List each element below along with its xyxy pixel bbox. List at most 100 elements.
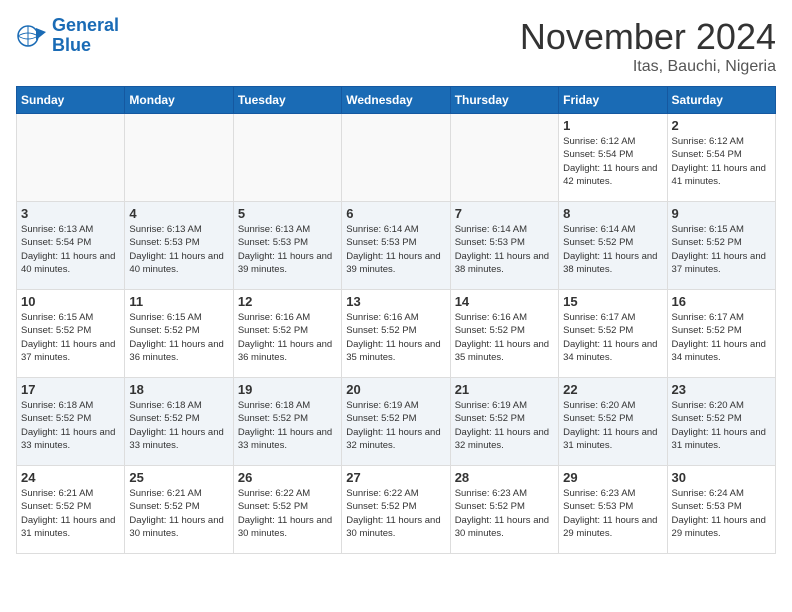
calendar-cell	[125, 114, 233, 202]
page-header: General Blue November 2024 Itas, Bauchi,…	[16, 16, 776, 76]
logo-text: General Blue	[52, 16, 119, 56]
day-info: Sunrise: 6:13 AM Sunset: 5:54 PM Dayligh…	[21, 223, 120, 276]
day-info: Sunrise: 6:22 AM Sunset: 5:52 PM Dayligh…	[346, 487, 445, 540]
day-info: Sunrise: 6:15 AM Sunset: 5:52 PM Dayligh…	[21, 311, 120, 364]
day-number: 17	[21, 382, 120, 397]
calendar-cell: 22Sunrise: 6:20 AM Sunset: 5:52 PM Dayli…	[559, 378, 667, 466]
calendar-cell: 14 Sunrise: 6:16 AM Sunset: 5:52 PM Dayli…	[450, 290, 558, 378]
calendar-cell	[17, 114, 125, 202]
day-info: Sunrise: 6:19 AM Sunset: 5:52 PM Dayligh…	[346, 399, 445, 452]
calendar-cell	[342, 114, 450, 202]
day-number: 26	[238, 470, 337, 485]
day-info: Sunrise: 6:19 AM Sunset: 5:52 PM Dayligh…	[455, 399, 554, 452]
calendar-cell: 20 Sunrise: 6:19 AM Sunset: 5:52 PM Dayli…	[342, 378, 450, 466]
location: Itas, Bauchi, Nigeria	[520, 58, 776, 76]
title-block: November 2024 Itas, Bauchi, Nigeria	[520, 16, 776, 76]
day-number: 14	[455, 294, 554, 309]
day-number: 6	[346, 206, 445, 221]
calendar-cell	[233, 114, 341, 202]
day-info: Sunrise: 6:16 AM Sunset: 5:52 PM Dayligh…	[238, 311, 337, 364]
header-tuesday: Tuesday	[233, 87, 341, 114]
calendar-cell: 6 Sunrise: 6:14 AM Sunset: 5:53 PM Daylig…	[342, 202, 450, 290]
day-info: Sunrise: 6:12 AM Sunset: 5:54 PM Dayligh…	[563, 135, 662, 188]
day-number: 5	[238, 206, 337, 221]
day-info: Sunrise: 6:13 AM Sunset: 5:53 PM Dayligh…	[129, 223, 228, 276]
day-info: Sunrise: 6:24 AM Sunset: 5:53 PM Dayligh…	[672, 487, 771, 540]
day-number: 3	[21, 206, 120, 221]
day-info: Sunrise: 6:18 AM Sunset: 5:52 PM Dayligh…	[129, 399, 228, 452]
calendar-cell: 19Sunrise: 6:18 AM Sunset: 5:52 PM Dayli…	[233, 378, 341, 466]
calendar-cell: 10 Sunrise: 6:15 AM Sunset: 5:52 PM Dayli…	[17, 290, 125, 378]
day-info: Sunrise: 6:12 AM Sunset: 5:54 PM Dayligh…	[672, 135, 771, 188]
calendar-cell: 16 Sunrise: 6:17 AM Sunset: 5:52 PM Dayli…	[667, 290, 775, 378]
day-info: Sunrise: 6:23 AM Sunset: 5:53 PM Dayligh…	[563, 487, 662, 540]
day-info: Sunrise: 6:23 AM Sunset: 5:52 PM Dayligh…	[455, 487, 554, 540]
day-info: Sunrise: 6:20 AM Sunset: 5:52 PM Dayligh…	[672, 399, 771, 452]
day-number: 29	[563, 470, 662, 485]
calendar-cell: 27Sunrise: 6:22 AM Sunset: 5:52 PM Dayli…	[342, 466, 450, 554]
day-number: 20	[346, 382, 445, 397]
week-row-4: 17 Sunrise: 6:18 AM Sunset: 5:52 PM Dayli…	[17, 378, 776, 466]
day-info: Sunrise: 6:16 AM Sunset: 5:52 PM Dayligh…	[346, 311, 445, 364]
day-number: 8	[563, 206, 662, 221]
day-info: Sunrise: 6:15 AM Sunset: 5:52 PM Dayligh…	[672, 223, 771, 276]
calendar-cell: 5Sunrise: 6:13 AM Sunset: 5:53 PM Daylig…	[233, 202, 341, 290]
day-info: Sunrise: 6:14 AM Sunset: 5:53 PM Dayligh…	[455, 223, 554, 276]
day-number: 2	[672, 118, 771, 133]
day-number: 11	[129, 294, 228, 309]
calendar-cell: 25 Sunrise: 6:21 AM Sunset: 5:52 PM Dayli…	[125, 466, 233, 554]
day-number: 4	[129, 206, 228, 221]
day-number: 10	[21, 294, 120, 309]
day-number: 24	[21, 470, 120, 485]
day-info: Sunrise: 6:17 AM Sunset: 5:52 PM Dayligh…	[672, 311, 771, 364]
day-info: Sunrise: 6:14 AM Sunset: 5:53 PM Dayligh…	[346, 223, 445, 276]
calendar-cell: 21Sunrise: 6:19 AM Sunset: 5:52 PM Dayli…	[450, 378, 558, 466]
day-info: Sunrise: 6:22 AM Sunset: 5:52 PM Dayligh…	[238, 487, 337, 540]
day-number: 12	[238, 294, 337, 309]
month-title: November 2024	[520, 16, 776, 58]
calendar-cell	[450, 114, 558, 202]
day-number: 25	[129, 470, 228, 485]
calendar-cell: 18 Sunrise: 6:18 AM Sunset: 5:52 PM Dayli…	[125, 378, 233, 466]
day-number: 30	[672, 470, 771, 485]
calendar-cell: 17Sunrise: 6:18 AM Sunset: 5:52 PM Dayli…	[17, 378, 125, 466]
calendar-cell: 23 Sunrise: 6:20 AM Sunset: 5:52 PM Dayli…	[667, 378, 775, 466]
day-info: Sunrise: 6:21 AM Sunset: 5:52 PM Dayligh…	[129, 487, 228, 540]
calendar-cell: 11 Sunrise: 6:15 AM Sunset: 5:52 PM Dayli…	[125, 290, 233, 378]
day-number: 9	[672, 206, 771, 221]
calendar-cell: 9 Sunrise: 6:15 AM Sunset: 5:52 PM Daylig…	[667, 202, 775, 290]
calendar-cell: 8Sunrise: 6:14 AM Sunset: 5:52 PM Daylig…	[559, 202, 667, 290]
day-number: 16	[672, 294, 771, 309]
day-number: 15	[563, 294, 662, 309]
calendar-cell: 1 Sunrise: 6:12 AM Sunset: 5:54 PM Daylig…	[559, 114, 667, 202]
calendar: SundayMondayTuesdayWednesdayThursdayFrid…	[16, 86, 776, 554]
day-number: 22	[563, 382, 662, 397]
header-monday: Monday	[125, 87, 233, 114]
header-wednesday: Wednesday	[342, 87, 450, 114]
header-thursday: Thursday	[450, 87, 558, 114]
logo: General Blue	[16, 16, 119, 56]
day-number: 23	[672, 382, 771, 397]
calendar-cell: 2 Sunrise: 6:12 AM Sunset: 5:54 PM Daylig…	[667, 114, 775, 202]
calendar-cell: 13Sunrise: 6:16 AM Sunset: 5:52 PM Dayli…	[342, 290, 450, 378]
calendar-cell: 12 Sunrise: 6:16 AM Sunset: 5:52 PM Dayli…	[233, 290, 341, 378]
week-row-1: 1 Sunrise: 6:12 AM Sunset: 5:54 PM Daylig…	[17, 114, 776, 202]
day-number: 7	[455, 206, 554, 221]
day-number: 28	[455, 470, 554, 485]
calendar-header-row: SundayMondayTuesdayWednesdayThursdayFrid…	[17, 87, 776, 114]
header-saturday: Saturday	[667, 87, 775, 114]
week-row-3: 10 Sunrise: 6:15 AM Sunset: 5:52 PM Dayli…	[17, 290, 776, 378]
calendar-cell: 15Sunrise: 6:17 AM Sunset: 5:52 PM Dayli…	[559, 290, 667, 378]
calendar-cell: 24 Sunrise: 6:21 AM Sunset: 5:52 PM Dayli…	[17, 466, 125, 554]
day-info: Sunrise: 6:18 AM Sunset: 5:52 PM Dayligh…	[238, 399, 337, 452]
day-info: Sunrise: 6:16 AM Sunset: 5:52 PM Dayligh…	[455, 311, 554, 364]
calendar-cell: 4 Sunrise: 6:13 AM Sunset: 5:53 PM Daylig…	[125, 202, 233, 290]
week-row-2: 3 Sunrise: 6:13 AM Sunset: 5:54 PM Daylig…	[17, 202, 776, 290]
header-sunday: Sunday	[17, 87, 125, 114]
calendar-cell: 28 Sunrise: 6:23 AM Sunset: 5:52 PM Dayli…	[450, 466, 558, 554]
day-info: Sunrise: 6:21 AM Sunset: 5:52 PM Dayligh…	[21, 487, 120, 540]
day-number: 18	[129, 382, 228, 397]
day-number: 1	[563, 118, 662, 133]
calendar-cell: 26 Sunrise: 6:22 AM Sunset: 5:52 PM Dayli…	[233, 466, 341, 554]
day-info: Sunrise: 6:15 AM Sunset: 5:52 PM Dayligh…	[129, 311, 228, 364]
